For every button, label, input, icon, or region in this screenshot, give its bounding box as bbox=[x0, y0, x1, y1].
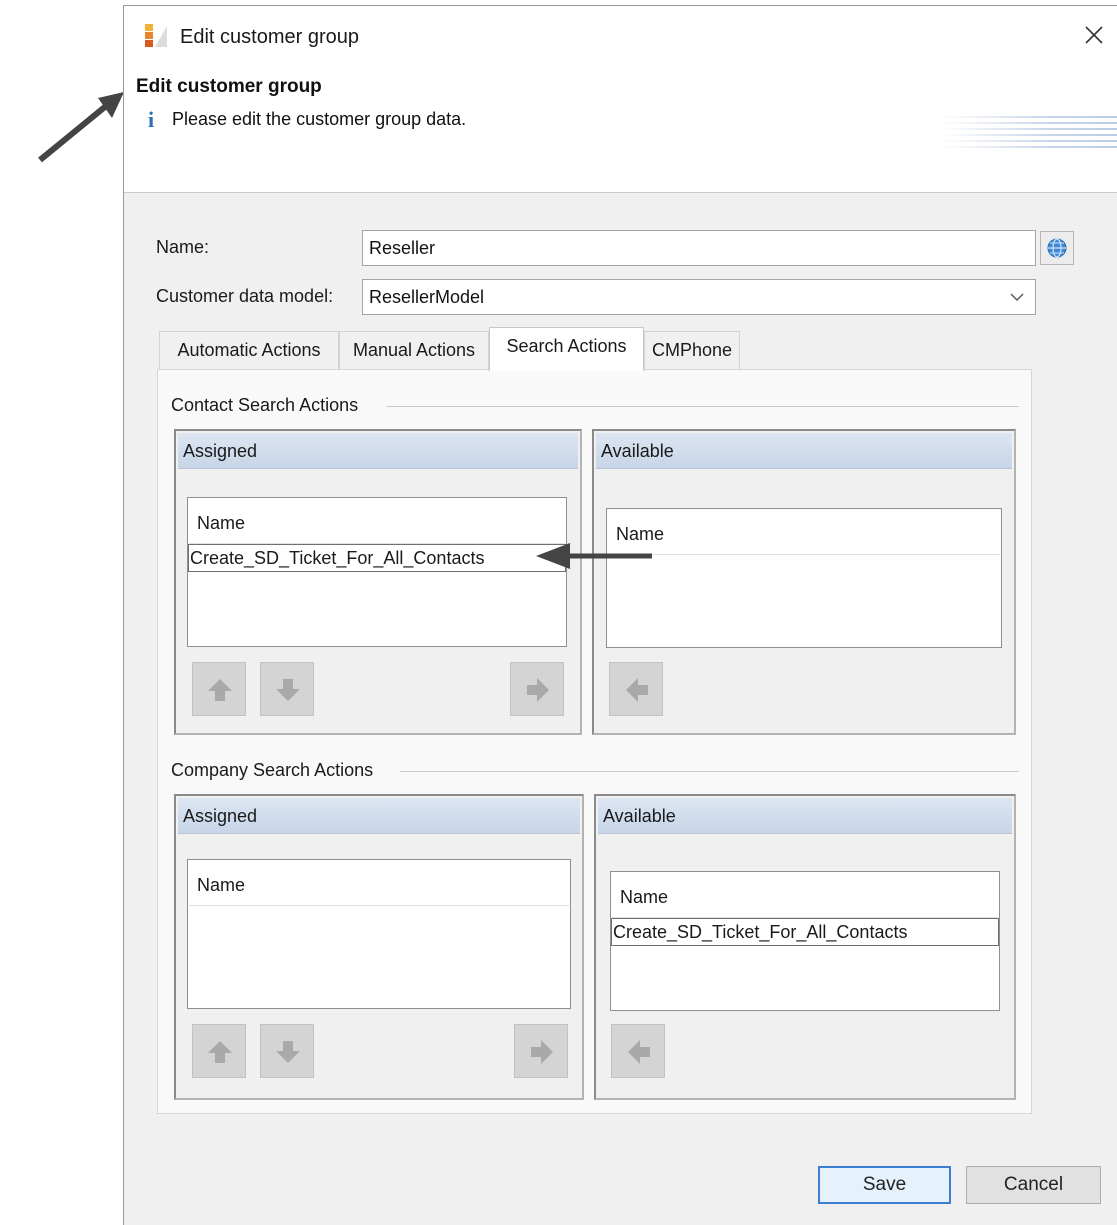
arrow-down-icon bbox=[276, 679, 300, 701]
move-up-button[interactable] bbox=[192, 662, 246, 716]
contact-assigned-table: Name Create_SD_Ticket_For_All_Contacts bbox=[187, 497, 567, 647]
company-available-column-name: Name bbox=[612, 872, 998, 918]
move-to-assigned-button[interactable] bbox=[611, 1024, 665, 1078]
customer-data-model-label: Customer data model: bbox=[156, 286, 334, 306]
contact-assigned-header: Assigned bbox=[178, 433, 578, 469]
tab-cmphone[interactable]: CMPhone bbox=[644, 331, 740, 369]
dialog-header: Edit customer group i Please edit the cu… bbox=[124, 68, 1117, 193]
move-down-button[interactable] bbox=[260, 662, 314, 716]
chevron-down-icon[interactable] bbox=[1009, 289, 1025, 305]
cancel-button[interactable]: Cancel bbox=[966, 1166, 1101, 1204]
contact-available-pane: Available Name bbox=[592, 429, 1016, 735]
arrow-up-icon bbox=[208, 679, 232, 701]
company-available-table: Name Create_SD_Ticket_For_All_Contacts bbox=[610, 871, 1000, 1011]
customer-data-model-value: ResellerModel bbox=[369, 287, 485, 307]
company-assigned-header: Assigned bbox=[178, 798, 580, 834]
move-up-button[interactable] bbox=[192, 1024, 246, 1078]
contact-search-actions-title: Contact Search Actions bbox=[171, 395, 369, 416]
arrow-left-icon bbox=[626, 678, 648, 702]
globe-icon bbox=[1047, 238, 1067, 258]
header-decoration bbox=[939, 116, 1117, 152]
arrow-right-icon bbox=[531, 1040, 553, 1064]
company-assigned-pane: Assigned Name bbox=[174, 794, 584, 1100]
edit-customer-group-dialog: Edit customer group Edit customer group … bbox=[123, 5, 1117, 1225]
table-row[interactable]: Create_SD_Ticket_For_All_Contacts bbox=[188, 544, 566, 572]
tab-manual-actions[interactable]: Manual Actions bbox=[339, 331, 489, 369]
group-divider bbox=[400, 771, 1019, 772]
group-divider bbox=[386, 406, 1019, 407]
contact-available-column-name: Name bbox=[608, 509, 1000, 555]
customer-data-model-select[interactable]: ResellerModel bbox=[362, 279, 1036, 315]
name-input[interactable]: Reseller bbox=[362, 230, 1036, 266]
contact-assigned-pane: Assigned Name Create_SD_Ticket_For_All_C… bbox=[174, 429, 582, 735]
tab-automatic-actions[interactable]: Automatic Actions bbox=[159, 331, 339, 369]
company-search-actions-title: Company Search Actions bbox=[171, 760, 384, 781]
contact-available-header: Available bbox=[596, 433, 1012, 469]
arrow-left-icon bbox=[628, 1040, 650, 1064]
company-assigned-table: Name bbox=[187, 859, 571, 1009]
move-down-button[interactable] bbox=[260, 1024, 314, 1078]
app-icon bbox=[145, 24, 167, 47]
save-button[interactable]: Save bbox=[818, 1166, 951, 1204]
arrow-up-icon bbox=[208, 1041, 232, 1063]
header-message: Please edit the customer group data. bbox=[172, 109, 467, 129]
arrow-down-icon bbox=[276, 1041, 300, 1063]
globe-button[interactable] bbox=[1040, 231, 1074, 265]
contact-assigned-column-name: Name bbox=[189, 498, 565, 544]
window-title: Edit customer group bbox=[180, 26, 359, 48]
header-title: Edit customer group bbox=[136, 76, 322, 97]
name-label: Name: bbox=[156, 237, 210, 257]
company-assigned-column-name: Name bbox=[189, 860, 569, 906]
move-to-available-button[interactable] bbox=[510, 662, 564, 716]
annotation-arrow-title bbox=[38, 92, 124, 163]
company-available-pane: Available Name Create_SD_Ticket_For_All_… bbox=[594, 794, 1016, 1100]
info-icon: i bbox=[148, 107, 155, 132]
tab-search-actions[interactable]: Search Actions bbox=[489, 327, 644, 371]
annotation-arrow-assigned-row bbox=[536, 543, 652, 569]
close-icon[interactable] bbox=[1079, 20, 1109, 50]
move-to-assigned-button[interactable] bbox=[609, 662, 663, 716]
table-row[interactable]: Create_SD_Ticket_For_All_Contacts bbox=[611, 918, 999, 946]
move-to-available-button[interactable] bbox=[514, 1024, 568, 1078]
company-available-header: Available bbox=[598, 798, 1012, 834]
contact-available-table: Name bbox=[606, 508, 1002, 648]
title-bar: Edit customer group bbox=[124, 6, 1117, 68]
arrow-right-icon bbox=[527, 678, 549, 702]
